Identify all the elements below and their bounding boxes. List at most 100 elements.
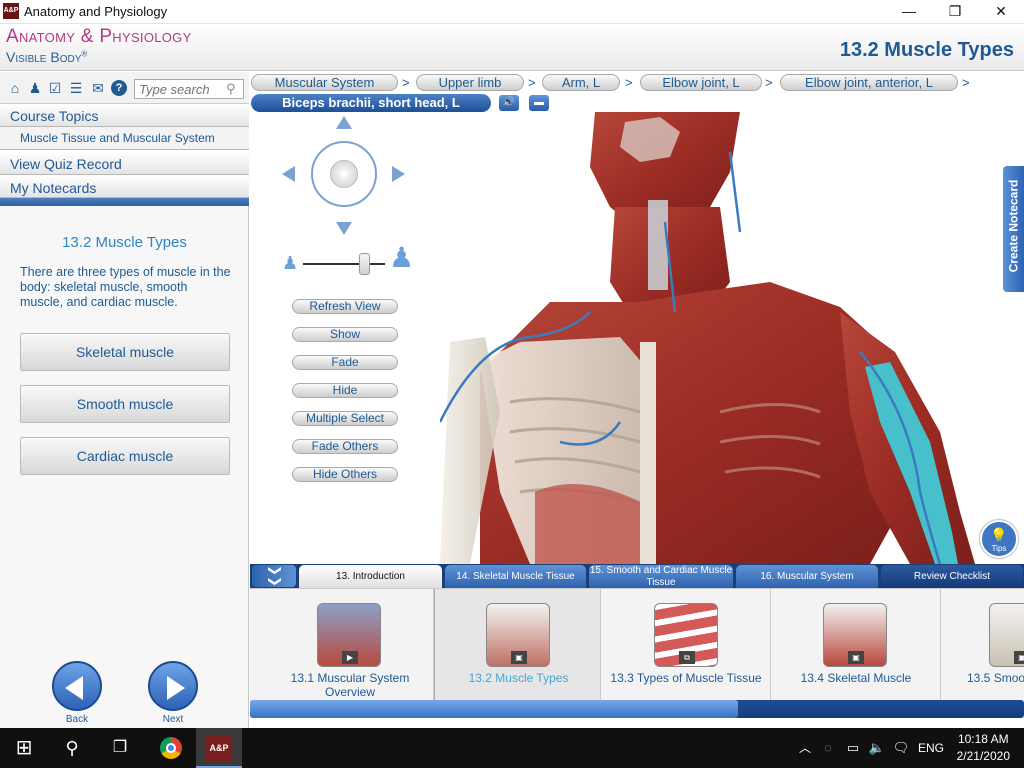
refresh-view-button[interactable]: Refresh View [292,299,398,314]
tips-label: Tips [991,544,1007,553]
model-viewer[interactable]: Muscular System > Upper limb > Arm, L > … [250,72,1024,564]
breadcrumb-separator: > [528,75,536,90]
smooth-muscle-button[interactable]: Smooth muscle [20,385,230,423]
system-clock[interactable]: 10:18 AM 2/21/2020 [957,731,1010,765]
hide-button[interactable]: Hide [292,383,398,398]
anatomy-app-taskbar-icon[interactable]: A&P [196,728,242,768]
list-icon[interactable]: ☰ [68,80,84,96]
rotate-down-icon[interactable] [336,222,352,235]
sync-icon[interactable]: ◌ [818,728,838,768]
sidebar-subitem-muscle-tissue[interactable]: Muscle Tissue and Muscular System [0,127,249,150]
zoom-out-figure-icon[interactable]: ♟ [282,252,298,274]
brand-subtitle: Visible Body® [6,49,87,65]
thumbnail-smooth-muscle[interactable]: ▣ 13.5 Smoo [941,589,1024,700]
rotate-up-icon[interactable] [336,116,352,129]
zoom-slider-track[interactable] [303,263,385,265]
breadcrumb-separator: > [625,75,633,90]
tab-muscular-system[interactable]: 16. Muscular System [736,565,878,588]
multiple-select-button[interactable]: Multiple Select [292,411,398,426]
collapse-chevron-icon[interactable]: ❯❯ [252,565,296,587]
breadcrumb-item-muscular-system[interactable]: Muscular System [251,74,398,91]
minimize-button[interactable]: — [886,0,932,24]
sidebar-item-view-quiz[interactable]: View Quiz Record [0,152,249,175]
brand-name: Visible Body [6,49,82,65]
zoom-slider-handle[interactable] [359,253,370,275]
back-button[interactable] [52,661,102,711]
thumbnail-label: 13.5 Smoo [967,671,1024,685]
maximize-button[interactable]: ❐ [932,0,978,24]
home-icon[interactable]: ⌂ [7,80,23,96]
rotate-right-icon[interactable] [392,166,405,182]
tab-smooth-cardiac-muscle-tissue[interactable]: 15. Smooth and Cardiac Muscle Tissue [589,565,733,588]
mail-icon[interactable]: ✉ [90,80,106,96]
network-icon[interactable]: ▭ [842,728,864,768]
volume-icon[interactable]: 🔈 [866,728,888,768]
thumbnail-scrollbar[interactable] [250,700,1024,718]
thumbnail-image: ▣ [486,603,550,667]
thumbnail-image: ⧉ [654,603,718,667]
brand-title: Anatomy & Physiology [6,26,192,47]
language-indicator[interactable]: ENG [914,728,948,768]
create-notecard-tab[interactable]: Create Notecard [1003,166,1024,292]
tips-button[interactable]: 💡 Tips [980,520,1018,558]
breadcrumb-separator: > [962,75,970,90]
search-icon[interactable]: ⚲ [48,728,96,768]
model-icon: ▣ [1014,651,1024,664]
zoom-in-figure-icon[interactable]: ♟ [389,244,414,272]
search-icon[interactable]: ⚲ [226,81,236,97]
notification-icon[interactable]: 🗨 [890,728,912,768]
show-button[interactable]: Show [292,327,398,342]
tab-review-checklist[interactable]: Review Checklist [881,565,1023,588]
breadcrumb-item-upper-limb[interactable]: Upper limb [416,74,524,91]
start-icon[interactable]: ⊞ [0,728,48,768]
person-icon[interactable]: ♟ [27,80,43,96]
page-title: 13.2 Muscle Types [839,39,1014,61]
breadcrumb-separator: > [402,75,410,90]
breadcrumb-item-arm-l[interactable]: Arm, L [542,74,620,91]
lesson-thumbnails: ▶ 13.1 Muscular System Overview ▣ 13.2 M… [250,588,1024,700]
play-icon: ▶ [342,651,358,664]
section-panel: 13.2 Muscle Types There are three types … [0,206,249,728]
rotate-center-icon[interactable] [330,160,358,188]
thumbnail-skeletal-muscle[interactable]: ▣ 13.4 Skeletal Muscle [771,589,941,700]
chrome-icon[interactable] [148,728,192,768]
layers-icon: ⧉ [679,651,695,664]
selected-structure-label: Biceps brachii, short head, L [251,94,491,112]
close-button[interactable]: ✕ [978,0,1024,24]
sidebar-item-course-topics[interactable]: Course Topics [0,104,249,127]
breadcrumb-item-elbow-joint-anterior[interactable]: Elbow joint, anterior, L [780,74,958,91]
rotate-left-icon[interactable] [282,166,295,182]
scrollbar-thumb[interactable] [250,700,738,718]
tab-skeletal-muscle-tissue[interactable]: 14. Skeletal Muscle Tissue [445,565,586,588]
window-titlebar: A&P Anatomy and Physiology — ❐ ✕ [0,0,1024,24]
hide-others-button[interactable]: Hide Others [292,467,398,482]
sidebar-item-label: Muscle Tissue and Muscular System [20,131,215,145]
sidebar-item-label: View Quiz Record [10,156,122,172]
next-button[interactable] [148,661,198,711]
skeletal-muscle-button[interactable]: Skeletal muscle [20,333,230,371]
thumbnail-image: ▣ [989,603,1024,667]
thumbnail-label: 13.3 Types of Muscle Tissue [610,671,762,685]
tray-chevron-icon[interactable]: ︿ [796,728,814,768]
chapter-tabs: ❯❯ 13. Introduction 14. Skeletal Muscle … [250,564,1024,588]
anatomy-model[interactable] [440,112,1024,564]
help-icon[interactable]: ? [111,80,127,96]
thumbnail-muscle-types[interactable]: ▣ 13.2 Muscle Types [434,589,601,700]
app-header: Anatomy & Physiology Visible Body® 13.2 … [0,24,1024,71]
tab-introduction[interactable]: 13. Introduction [299,565,442,588]
checklist-icon[interactable]: ☑ [47,80,63,96]
thumbnail-label: 13.1 Muscular System Overview [290,671,410,699]
task-view-icon[interactable]: ❐ [96,728,144,768]
thumbnail-types-of-muscle-tissue[interactable]: ⧉ 13.3 Types of Muscle Tissue [601,589,771,700]
fade-others-button[interactable]: Fade Others [292,439,398,454]
fade-button[interactable]: Fade [292,355,398,370]
sidebar-item-notecards[interactable]: My Notecards [0,176,249,198]
thumbnail-muscular-system-overview[interactable]: ▶ 13.1 Muscular System Overview [250,589,434,700]
audio-icon[interactable]: 🔊 [499,95,519,111]
thumbnail-label: 13.2 Muscle Types [468,671,569,685]
breadcrumb-item-elbow-joint[interactable]: Elbow joint, L [640,74,762,91]
rotate-control[interactable] [311,141,377,207]
book-icon[interactable]: ▬ [529,95,549,111]
clock-time: 10:18 AM [957,732,1009,746]
cardiac-muscle-button[interactable]: Cardiac muscle [20,437,230,475]
